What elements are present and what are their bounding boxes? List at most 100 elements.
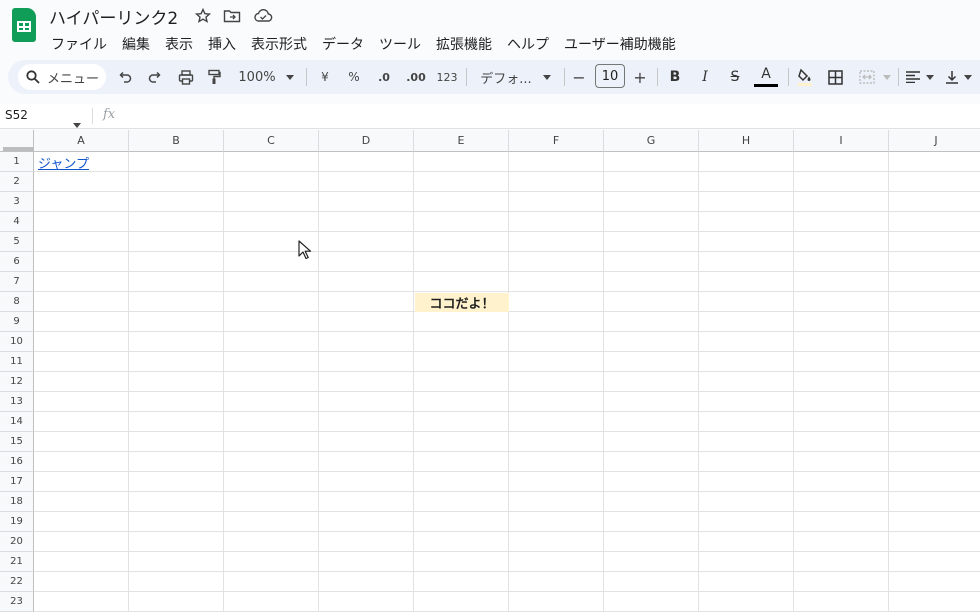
row-gridline — [34, 351, 980, 352]
column-header-c[interactable]: C — [224, 130, 319, 152]
title-bar: ハイパーリンク2 ファイル 編集 表示 挿入 表示形式 データ ツール 拡張機能… — [0, 0, 980, 56]
decrease-decimal-button[interactable]: .0 — [374, 60, 394, 94]
row-gridline — [34, 171, 980, 172]
sheet-grid[interactable]: ABCDEFGHIJ 1 2 3 4 5 6 7 8 9 10 11 12 13 14 15 16 17 18 19… — [0, 130, 980, 612]
font-size-input[interactable]: 10 — [595, 64, 625, 88]
row-header-13[interactable]: 13 — [0, 392, 34, 412]
redo-icon[interactable] — [146, 60, 164, 94]
row-header-3[interactable]: 3 — [0, 192, 34, 212]
sheets-logo-icon[interactable] — [12, 8, 36, 42]
formula-input[interactable] — [125, 104, 980, 128]
column-header-i[interactable]: I — [794, 130, 889, 152]
menu-extensions[interactable]: 拡張機能 — [436, 32, 499, 56]
row-header-9[interactable]: 9 — [0, 312, 34, 332]
row-gridline — [34, 211, 980, 212]
cell-a1-hyperlink[interactable]: ジャンプ — [34, 153, 129, 172]
paint-format-icon[interactable] — [205, 60, 223, 94]
bold-button[interactable]: B — [667, 60, 683, 94]
cell-e8-highlighted[interactable]: ココだよ！ — [415, 293, 509, 312]
menu-edit[interactable]: 編集 — [122, 32, 157, 56]
column-header-e[interactable]: E — [414, 130, 509, 152]
row-header-20[interactable]: 20 — [0, 532, 34, 552]
row-header-21[interactable]: 21 — [0, 552, 34, 572]
row-gridline — [34, 591, 980, 592]
row-header-2[interactable]: 2 — [0, 172, 34, 192]
menu-search[interactable]: メニュー — [18, 64, 106, 90]
formula-bar: S52 fx — [0, 104, 980, 129]
name-box[interactable]: S52 — [5, 108, 28, 122]
row-header-19[interactable]: 19 — [0, 512, 34, 532]
row-header-14[interactable]: 14 — [0, 412, 34, 432]
menu-insert[interactable]: 挿入 — [208, 32, 243, 56]
row-header-22[interactable]: 22 — [0, 572, 34, 592]
document-title[interactable]: ハイパーリンク2 — [49, 4, 178, 29]
row-header-1[interactable]: 1 — [0, 152, 34, 172]
align-dropdown-icon[interactable] — [925, 60, 935, 94]
currency-format-button[interactable]: ¥ — [318, 60, 332, 94]
italic-button[interactable]: I — [697, 60, 713, 94]
cloud-status-icon[interactable] — [253, 8, 273, 28]
font-select[interactable]: デフォ... — [478, 60, 534, 94]
decrease-font-size-button[interactable]: − — [571, 60, 587, 94]
menu-tools[interactable]: ツール — [379, 32, 428, 56]
horizontal-align-icon[interactable] — [905, 60, 921, 94]
select-all-corner[interactable] — [0, 130, 34, 152]
number-format-button[interactable]: 123 — [436, 60, 458, 94]
column-header-b[interactable]: B — [129, 130, 224, 152]
row-header-7[interactable]: 7 — [0, 272, 34, 292]
row-header-12[interactable]: 12 — [0, 372, 34, 392]
valign-dropdown-icon[interactable] — [963, 60, 973, 94]
column-header-j[interactable]: J — [889, 130, 980, 152]
menu-search-label: メニュー — [47, 71, 100, 87]
row-header-11[interactable]: 11 — [0, 352, 34, 372]
row-header-5[interactable]: 5 — [0, 232, 34, 252]
merge-dropdown-icon[interactable] — [882, 60, 892, 94]
menu-help[interactable]: ヘルプ — [507, 32, 556, 56]
row-header-15[interactable]: 15 — [0, 432, 34, 452]
font-dropdown-icon[interactable] — [541, 60, 553, 94]
strikethrough-button[interactable]: S — [727, 60, 743, 94]
row-header-8[interactable]: 8 — [0, 292, 34, 312]
toolbar: メニュー 100% ¥ % .0 .00 123 デフォ... − 10 + B… — [8, 60, 980, 94]
menu-view[interactable]: 表示 — [165, 32, 200, 56]
column-header-d[interactable]: D — [319, 130, 414, 152]
increase-font-size-button[interactable]: + — [632, 60, 648, 94]
row-gridline — [34, 391, 980, 392]
mouse-cursor-icon — [298, 240, 312, 264]
text-color-button[interactable]: A — [754, 63, 778, 87]
row-header-17[interactable]: 17 — [0, 472, 34, 492]
row-header-10[interactable]: 10 — [0, 332, 34, 352]
column-header-f[interactable]: F — [509, 130, 604, 152]
row-gridline — [34, 411, 980, 412]
row-gridline — [34, 551, 980, 552]
row-gridline — [34, 291, 980, 292]
column-header-g[interactable]: G — [604, 130, 699, 152]
menu-file[interactable]: ファイル — [51, 32, 114, 56]
move-folder-icon[interactable] — [223, 8, 241, 28]
menu-bar: ファイル 編集 表示 挿入 表示形式 データ ツール 拡張機能 ヘルプ ユーザー… — [51, 32, 691, 56]
merge-cells-icon[interactable] — [858, 60, 876, 94]
column-header-a[interactable]: A — [34, 130, 129, 152]
undo-icon[interactable] — [116, 60, 134, 94]
column-header-h[interactable]: H — [699, 130, 794, 152]
star-icon[interactable] — [194, 7, 212, 28]
print-icon[interactable] — [176, 60, 196, 94]
percent-format-button[interactable]: % — [346, 60, 362, 94]
row-header-4[interactable]: 4 — [0, 212, 34, 232]
column-gridline — [223, 152, 224, 612]
menu-accessibility[interactable]: ユーザー補助機能 — [564, 32, 683, 56]
fill-color-icon[interactable] — [796, 60, 814, 94]
row-gridline — [34, 571, 980, 572]
row-header-18[interactable]: 18 — [0, 492, 34, 512]
row-gridline — [34, 251, 980, 252]
menu-format[interactable]: 表示形式 — [251, 32, 314, 56]
row-header-23[interactable]: 23 — [0, 592, 34, 612]
zoom-dropdown-icon[interactable] — [284, 60, 296, 94]
row-header-6[interactable]: 6 — [0, 252, 34, 272]
row-header-16[interactable]: 16 — [0, 452, 34, 472]
menu-data[interactable]: データ — [322, 32, 371, 56]
increase-decimal-button[interactable]: .00 — [404, 60, 428, 94]
vertical-align-icon[interactable] — [944, 60, 960, 94]
zoom-select[interactable]: 100% — [238, 60, 276, 94]
borders-icon[interactable] — [826, 60, 844, 94]
